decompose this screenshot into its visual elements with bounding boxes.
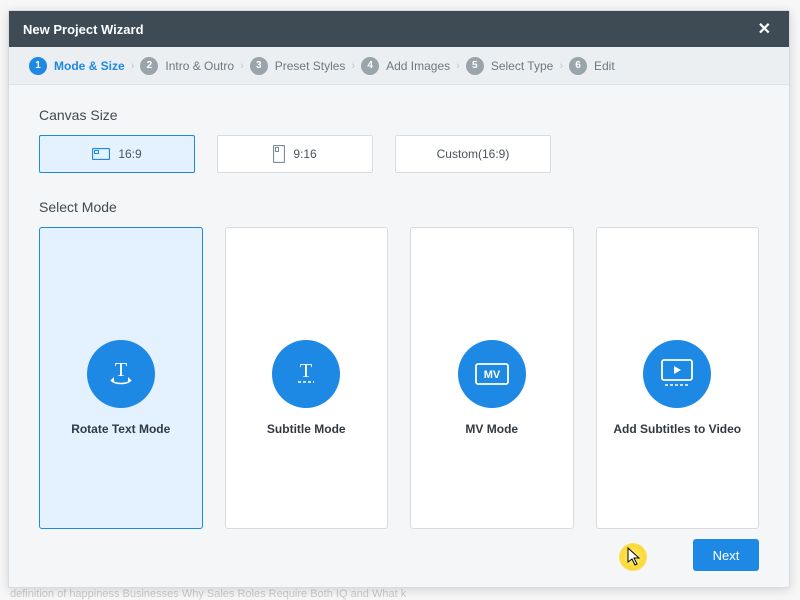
canvas-option-16-9[interactable]: 16:9 xyxy=(39,135,195,173)
step-label: Preset Styles xyxy=(275,59,346,73)
mode-mv[interactable]: MV MV Mode xyxy=(410,227,574,529)
mode-options: T Rotate Text Mode T Subtitle Mode xyxy=(39,227,759,529)
close-icon[interactable]: ✕ xyxy=(754,19,775,39)
chevron-right-icon: › xyxy=(557,60,565,72)
mode-label: MV Mode xyxy=(459,422,524,436)
step-select-type[interactable]: 5 Select Type xyxy=(466,57,553,75)
content-area: Canvas Size 16:9 9:16 Custom(16:9) Selec… xyxy=(9,85,789,587)
canvas-option-label: 16:9 xyxy=(118,147,141,161)
step-intro-outro[interactable]: 2 Intro & Outro xyxy=(140,57,234,75)
mode-add-subtitles-video[interactable]: Add Subtitles to Video xyxy=(596,227,760,529)
wizard-modal: New Project Wizard ✕ 1 Mode & Size › 2 I… xyxy=(8,10,790,588)
step-mode-size[interactable]: 1 Mode & Size xyxy=(29,57,125,75)
step-num: 2 xyxy=(140,57,158,75)
footer: Next xyxy=(693,539,759,571)
mv-icon: MV xyxy=(458,340,526,408)
canvas-option-custom[interactable]: Custom(16:9) xyxy=(395,135,551,173)
step-num: 4 xyxy=(361,57,379,75)
step-num: 6 xyxy=(569,57,587,75)
cursor-icon xyxy=(627,547,643,567)
step-label: Intro & Outro xyxy=(165,59,234,73)
chevron-right-icon: › xyxy=(349,60,357,72)
step-label: Add Images xyxy=(386,59,450,73)
svg-text:T: T xyxy=(115,359,127,381)
chevron-right-icon: › xyxy=(129,60,137,72)
step-edit[interactable]: 6 Edit xyxy=(569,57,615,75)
svg-text:T: T xyxy=(300,360,312,382)
canvas-option-9-16[interactable]: 9:16 xyxy=(217,135,373,173)
mode-rotate-text[interactable]: T Rotate Text Mode xyxy=(39,227,203,529)
step-label: Mode & Size xyxy=(54,59,125,73)
titlebar: New Project Wizard ✕ xyxy=(9,11,789,47)
cursor-highlight xyxy=(619,543,647,571)
next-button[interactable]: Next xyxy=(693,539,759,571)
step-label: Select Type xyxy=(491,59,553,73)
mode-label: Rotate Text Mode xyxy=(65,422,176,436)
rotate-text-icon: T xyxy=(87,340,155,408)
stepper: 1 Mode & Size › 2 Intro & Outro › 3 Pres… xyxy=(9,47,789,85)
canvas-option-label: Custom(16:9) xyxy=(437,147,510,161)
titlebar-title: New Project Wizard xyxy=(23,22,144,37)
svg-text:MV: MV xyxy=(484,369,501,381)
mode-label: Subtitle Mode xyxy=(261,422,352,436)
add-subtitles-video-icon xyxy=(643,340,711,408)
step-num: 3 xyxy=(250,57,268,75)
step-preset-styles[interactable]: 3 Preset Styles xyxy=(250,57,346,75)
select-mode-title: Select Mode xyxy=(39,199,759,215)
chevron-right-icon: › xyxy=(454,60,462,72)
step-num: 1 xyxy=(29,57,47,75)
mode-subtitle[interactable]: T Subtitle Mode xyxy=(225,227,389,529)
canvas-size-title: Canvas Size xyxy=(39,107,759,123)
mode-label: Add Subtitles to Video xyxy=(607,422,747,436)
background-text: definition of happiness Businesses Why S… xyxy=(0,588,800,600)
chevron-right-icon: › xyxy=(238,60,246,72)
portrait-icon xyxy=(273,145,285,163)
step-label: Edit xyxy=(594,59,615,73)
canvas-size-options: 16:9 9:16 Custom(16:9) xyxy=(39,135,759,173)
subtitle-icon: T xyxy=(272,340,340,408)
step-num: 5 xyxy=(466,57,484,75)
canvas-option-label: 9:16 xyxy=(293,147,316,161)
landscape-icon xyxy=(92,148,110,160)
step-add-images[interactable]: 4 Add Images xyxy=(361,57,450,75)
